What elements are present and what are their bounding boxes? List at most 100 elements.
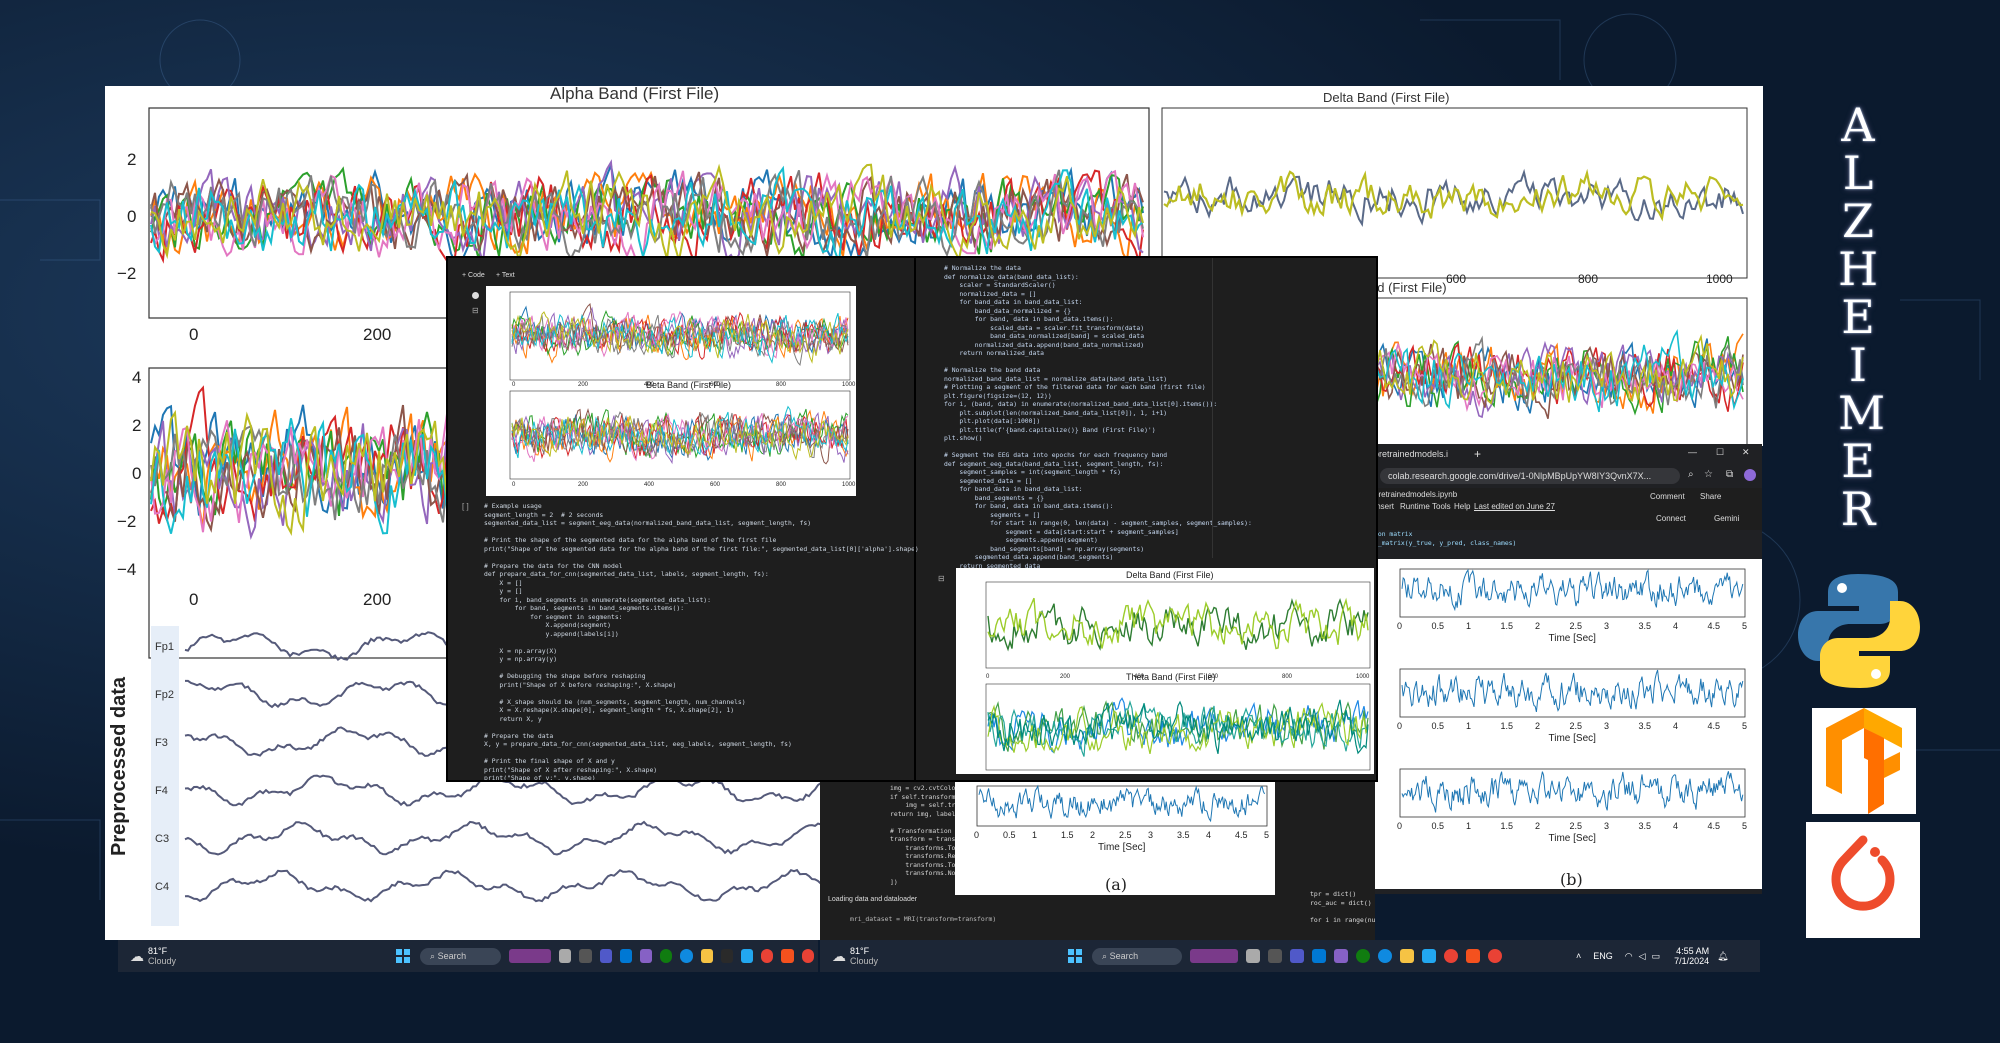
xtick: 0 [189, 325, 198, 344]
xbox-icon[interactable] [660, 949, 673, 963]
add-code-button[interactable]: + Code [462, 272, 485, 279]
menu-runtime[interactable]: Runtime [1400, 502, 1430, 511]
connect-button[interactable]: Connect [1656, 514, 1686, 523]
xbox-icon[interactable] [1356, 949, 1371, 963]
edge-icon[interactable] [1378, 949, 1393, 963]
volume-icon[interactable]: ◁ [1639, 951, 1646, 962]
last-edited[interactable]: Last edited on June 27 [1474, 502, 1555, 511]
time-xtick: 0.5 [1432, 821, 1445, 831]
taskbar-search[interactable]: ⌕ Search [1092, 947, 1183, 965]
minimize-icon[interactable]: — [1688, 447, 1697, 457]
eeg-channel-line [184, 820, 825, 856]
battery-icon[interactable]: ▭ [1652, 951, 1661, 962]
cell-marker: [ ] [462, 502, 469, 511]
lower-middle-window: img = cv2.cvtColor( if self.transform: i… [820, 780, 1375, 940]
notebook-code-left: # Example usage segment_length = 2 # 2 s… [484, 502, 919, 782]
notebook-name[interactable]: pretrainedmodels.ipynb [1374, 490, 1457, 499]
chrome-icon[interactable] [1488, 949, 1503, 963]
time-xtick: 3.5 [1639, 721, 1652, 731]
time-axis-label: Time [Sec] [1098, 842, 1146, 853]
time-xtick: 4 [1673, 721, 1678, 731]
task-view-icon[interactable] [559, 949, 572, 963]
taskbar-search[interactable]: ⌕ Search [420, 947, 502, 965]
time-xtick: 3.5 [1639, 821, 1652, 831]
windows-start-icon[interactable] [1068, 949, 1083, 963]
time-xtick: 0 [1397, 721, 1402, 731]
taskbar-right: ☁ 81°F Cloudy ⌕ Search ˄ ENG ◠ ◁ ▭ 4:55 … [820, 940, 1760, 972]
maximize-icon[interactable]: ☐ [1716, 447, 1724, 458]
mini-xtick: 1000 [842, 482, 856, 488]
colab-header: pretrainedmodels.ipynb Insert Runtime To… [1370, 488, 1762, 530]
tab-bar: pretrainedmodels.i + — ☐ ✕ [1370, 444, 1762, 464]
vscode-icon[interactable] [1422, 949, 1437, 963]
output-icon[interactable]: ⊟ [938, 574, 945, 583]
app-icon[interactable] [781, 949, 794, 963]
xtick: 800 [1578, 272, 1598, 286]
store-icon[interactable] [619, 949, 632, 963]
store-icon[interactable] [1312, 949, 1327, 963]
run-cell-icon[interactable] [472, 292, 479, 299]
chrome-icon[interactable] [801, 949, 814, 963]
notification-bell-icon[interactable]: 🔔︎ [1717, 951, 1728, 962]
delta-wave [1163, 168, 1744, 227]
close-icon[interactable]: ✕ [1742, 447, 1750, 458]
output-icon[interactable]: ⊟ [472, 306, 479, 315]
share-button[interactable]: Share [1700, 492, 1721, 501]
ytick: 2 [127, 150, 136, 169]
menu-tools[interactable]: Tools [1432, 502, 1451, 511]
time-xtick: 3 [1604, 821, 1609, 831]
menu-help[interactable]: Help [1454, 502, 1470, 511]
comment-button[interactable]: Comment [1650, 492, 1685, 501]
time-xtick: 1.5 [1501, 621, 1514, 631]
xtick: 0 [189, 590, 198, 609]
address-bar[interactable]: colab.research.google.com/drive/1-0NlpMB… [1380, 468, 1680, 484]
time-xtick: 3 [1604, 621, 1609, 631]
time-xtick: 4.5 [1235, 830, 1248, 840]
star-icon[interactable]: ☆ [1704, 469, 1713, 480]
clock[interactable]: 4:55 AM 7/1/2024 [1674, 946, 1709, 966]
channel-label: Fp1 [155, 641, 174, 653]
visual-studio-icon[interactable] [1334, 949, 1349, 963]
search-label: Search [1109, 950, 1139, 961]
widgets-icon[interactable] [1268, 949, 1283, 963]
language-indicator[interactable]: ENG [1593, 951, 1613, 961]
browser-tab[interactable]: pretrainedmodels.i [1374, 449, 1448, 459]
mini-xtick: 600 [710, 482, 721, 488]
chrome-icon[interactable] [1444, 949, 1459, 963]
search-icon: ⌕ [430, 950, 438, 961]
profile-avatar[interactable] [1744, 469, 1756, 481]
edge-icon[interactable] [680, 949, 693, 963]
visual-studio-icon[interactable] [639, 949, 653, 963]
wifi-icon[interactable]: ◠ [1625, 951, 1633, 962]
ytick: −2 [117, 512, 136, 531]
teams-icon[interactable] [599, 949, 612, 963]
python-logo-icon [1798, 574, 1920, 688]
time-xtick: 4 [1673, 821, 1678, 831]
inner-theta-line [987, 701, 1369, 755]
zoom-icon[interactable]: ⌕ [1688, 469, 1694, 480]
terminal-icon[interactable] [720, 949, 734, 963]
task-view-icon[interactable] [1246, 949, 1261, 963]
time-series-line [978, 784, 1266, 823]
teams-icon[interactable] [1290, 949, 1305, 963]
gemini-button[interactable]: Gemini [1714, 514, 1739, 523]
app-icon[interactable] [1466, 949, 1481, 963]
windows-start-icon[interactable] [396, 949, 411, 963]
new-tab-button[interactable]: + [1474, 447, 1481, 461]
ytick: 2 [132, 416, 141, 435]
title-letter: Z [1842, 194, 1874, 248]
weather-desc: Cloudy [148, 956, 177, 966]
channel-label: F4 [155, 785, 168, 797]
file-explorer-icon[interactable] [1400, 949, 1415, 963]
widgets-icon[interactable] [579, 949, 592, 963]
title-letter: I [1848, 338, 1868, 392]
cloud-icon: ☁ [130, 947, 144, 964]
caption-a: (a) [1105, 875, 1127, 894]
channel-label: Fp2 [155, 689, 174, 701]
extensions-icon[interactable]: ⧉ [1726, 469, 1733, 480]
tray-chevron-icon[interactable]: ˄ [1576, 951, 1581, 961]
chrome-icon[interactable] [761, 949, 774, 963]
add-text-button[interactable]: + Text [496, 272, 515, 279]
file-explorer-icon[interactable] [700, 949, 713, 963]
vscode-icon[interactable] [741, 949, 754, 963]
